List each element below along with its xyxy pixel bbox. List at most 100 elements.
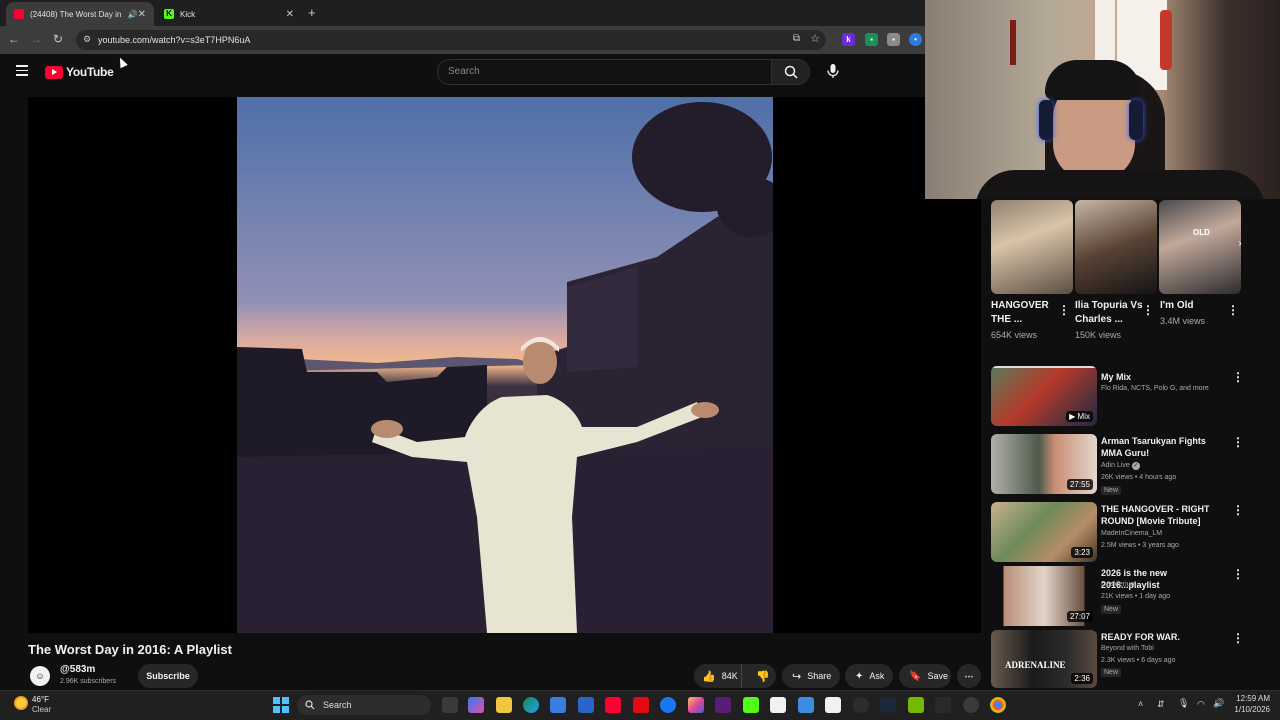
video-meta: 2.5M views • 3 years ago	[1101, 542, 1179, 549]
channel-name[interactable]: @583m	[60, 664, 95, 675]
more-options-icon[interactable]: ⋮	[1227, 303, 1239, 317]
speaker-icon[interactable]: 🔊	[128, 10, 138, 19]
facebook-icon[interactable]	[660, 697, 676, 713]
short-thumbnail[interactable]	[991, 200, 1073, 294]
app-icon[interactable]	[853, 697, 869, 713]
video-channel[interactable]: Beyond with Tobi	[1101, 643, 1154, 655]
subscribe-button[interactable]: Subscribe	[138, 664, 198, 688]
save-button[interactable]: 🔖 Save	[899, 664, 951, 688]
voice-search-button[interactable]	[826, 63, 840, 84]
install-app-icon[interactable]: ⧉	[793, 33, 800, 44]
extension-counter-icon[interactable]: ▪	[865, 33, 878, 46]
video-channel[interactable]: Flo Rida, NCTS, Polo G, and more	[1101, 383, 1209, 395]
epic-games-icon[interactable]	[935, 697, 951, 713]
more-options-icon[interactable]: ⋮	[1232, 567, 1244, 581]
short-title[interactable]: I'm Old	[1160, 299, 1228, 313]
microphone-icon[interactable]: 🎙	[1178, 698, 1189, 709]
volume-icon[interactable]: 🔊	[1213, 698, 1224, 709]
bookmark-star-icon[interactable]: ☆	[810, 32, 820, 45]
back-button[interactable]: ←	[2, 32, 26, 46]
video-title[interactable]: THE HANGOVER - RIGHT ROUND [Movie Tribut…	[1101, 503, 1226, 527]
tab-youtube[interactable]: (24408) The Worst Day in 2 🔊 ✕	[6, 2, 154, 26]
steam-icon[interactable]	[880, 697, 896, 713]
video-channel[interactable]: Adin Live ✓	[1101, 460, 1140, 472]
video-thumbnail[interactable]: ADRENALINE 2:36	[991, 630, 1097, 688]
short-thumbnail[interactable]	[1075, 200, 1157, 294]
video-duration: 3:23	[1071, 547, 1093, 558]
app-icon[interactable]	[715, 697, 731, 713]
channel-avatar[interactable]: ☺	[30, 666, 50, 686]
share-button[interactable]: ↪ Share	[782, 664, 840, 688]
edge-icon[interactable]	[523, 697, 539, 713]
wifi-icon[interactable]: ◠	[1197, 699, 1205, 710]
video-thumbnail[interactable]: ▶ Mix	[991, 366, 1097, 426]
youtube-logo[interactable]: YouTube	[45, 65, 114, 79]
new-badge: New	[1101, 668, 1122, 677]
save-label: Save	[927, 671, 948, 681]
video-channel[interactable]: MadeInCinema_LM	[1101, 528, 1162, 540]
like-button[interactable]: 👍 84K	[694, 664, 742, 688]
forward-button[interactable]: →	[24, 32, 48, 46]
roblox-icon[interactable]	[825, 697, 841, 713]
ask-button[interactable]: ✦ Ask	[845, 664, 893, 688]
more-options-icon[interactable]: ⋮	[1232, 435, 1244, 449]
video-frame[interactable]	[237, 97, 773, 633]
thumbs-up-icon: 👍	[702, 670, 716, 683]
amazon-icon[interactable]	[770, 697, 786, 713]
netflix-icon[interactable]	[633, 697, 649, 713]
clock-time[interactable]: 12:59 AM	[1232, 694, 1270, 703]
windows-start-icon[interactable]	[273, 697, 289, 713]
dislike-button[interactable]: 👎	[748, 670, 770, 683]
subscriber-count: 2.96K subscribers	[60, 678, 117, 685]
video-channel[interactable]: Desiderium	[1101, 579, 1136, 591]
network-icon[interactable]: ⇵	[1157, 699, 1165, 710]
file-explorer-icon[interactable]	[496, 697, 512, 713]
search-input[interactable]: Search	[437, 59, 772, 85]
video-title[interactable]: READY FOR WAR.	[1101, 631, 1226, 643]
more-actions-button[interactable]: ⋯	[957, 664, 981, 688]
more-options-icon[interactable]: ⋮	[1232, 631, 1244, 645]
extension-k-icon[interactable]: k	[842, 33, 855, 46]
task-view-icon[interactable]	[442, 697, 458, 713]
weather-icon[interactable]	[14, 696, 28, 710]
reload-button[interactable]: ↻	[46, 32, 70, 46]
shorts-next-icon[interactable]: ›	[1233, 238, 1247, 252]
tab-kick[interactable]: K Kick ✕	[156, 2, 302, 26]
close-tab-icon[interactable]: ✕	[138, 9, 146, 20]
extension-puzzle-icon[interactable]: ▪	[887, 33, 900, 46]
copilot-icon[interactable]	[468, 697, 484, 713]
search-placeholder: Search	[448, 66, 480, 77]
store-icon[interactable]	[550, 697, 566, 713]
mail-icon[interactable]	[578, 697, 594, 713]
more-options-icon[interactable]: ⋮	[1142, 303, 1154, 317]
more-options-icon[interactable]: ⋮	[1232, 503, 1244, 517]
instagram-icon[interactable]	[688, 697, 704, 713]
short-title[interactable]: Ilia Topuria Vs Charles ...	[1075, 299, 1143, 327]
extension-blue-icon[interactable]: •	[909, 33, 922, 46]
close-tab-icon[interactable]: ✕	[286, 9, 294, 20]
more-options-icon[interactable]: ⋮	[1232, 370, 1244, 384]
site-info-icon[interactable]: ⚙	[83, 34, 91, 45]
clock-date[interactable]: 1/10/2026	[1228, 705, 1270, 714]
video-thumbnail[interactable]: 27:07	[991, 566, 1097, 626]
github-icon[interactable]	[963, 697, 979, 713]
kick-app-icon[interactable]	[743, 697, 759, 713]
youtube-app-icon[interactable]	[605, 697, 621, 713]
video-title[interactable]: Arman Tsarukyan Fights MMA Guru!	[1101, 435, 1226, 459]
app-icon[interactable]	[798, 697, 814, 713]
taskbar-search[interactable]: Search	[297, 695, 431, 715]
video-title[interactable]: My Mix	[1101, 371, 1226, 383]
chrome-icon[interactable]	[990, 697, 1006, 713]
weather-temp[interactable]: 46°F	[32, 695, 49, 704]
short-thumbnail[interactable]: OLD	[1159, 200, 1241, 294]
video-thumbnail[interactable]: 3:23	[991, 502, 1097, 562]
menu-icon[interactable]	[16, 65, 28, 76]
nvidia-icon[interactable]	[908, 697, 924, 713]
new-tab-button[interactable]: +	[308, 5, 316, 20]
more-options-icon[interactable]: ⋮	[1058, 303, 1070, 317]
chevron-up-icon[interactable]: ˄	[1138, 699, 1143, 709]
video-thumbnail[interactable]: 27:55	[991, 434, 1097, 494]
address-bar[interactable]: ⚙ youtube.com/watch?v=s3eT7HPN6uA ⧉ ☆	[76, 30, 826, 50]
short-title[interactable]: HANGOVER THE ...	[991, 299, 1059, 327]
search-button[interactable]	[772, 59, 810, 85]
